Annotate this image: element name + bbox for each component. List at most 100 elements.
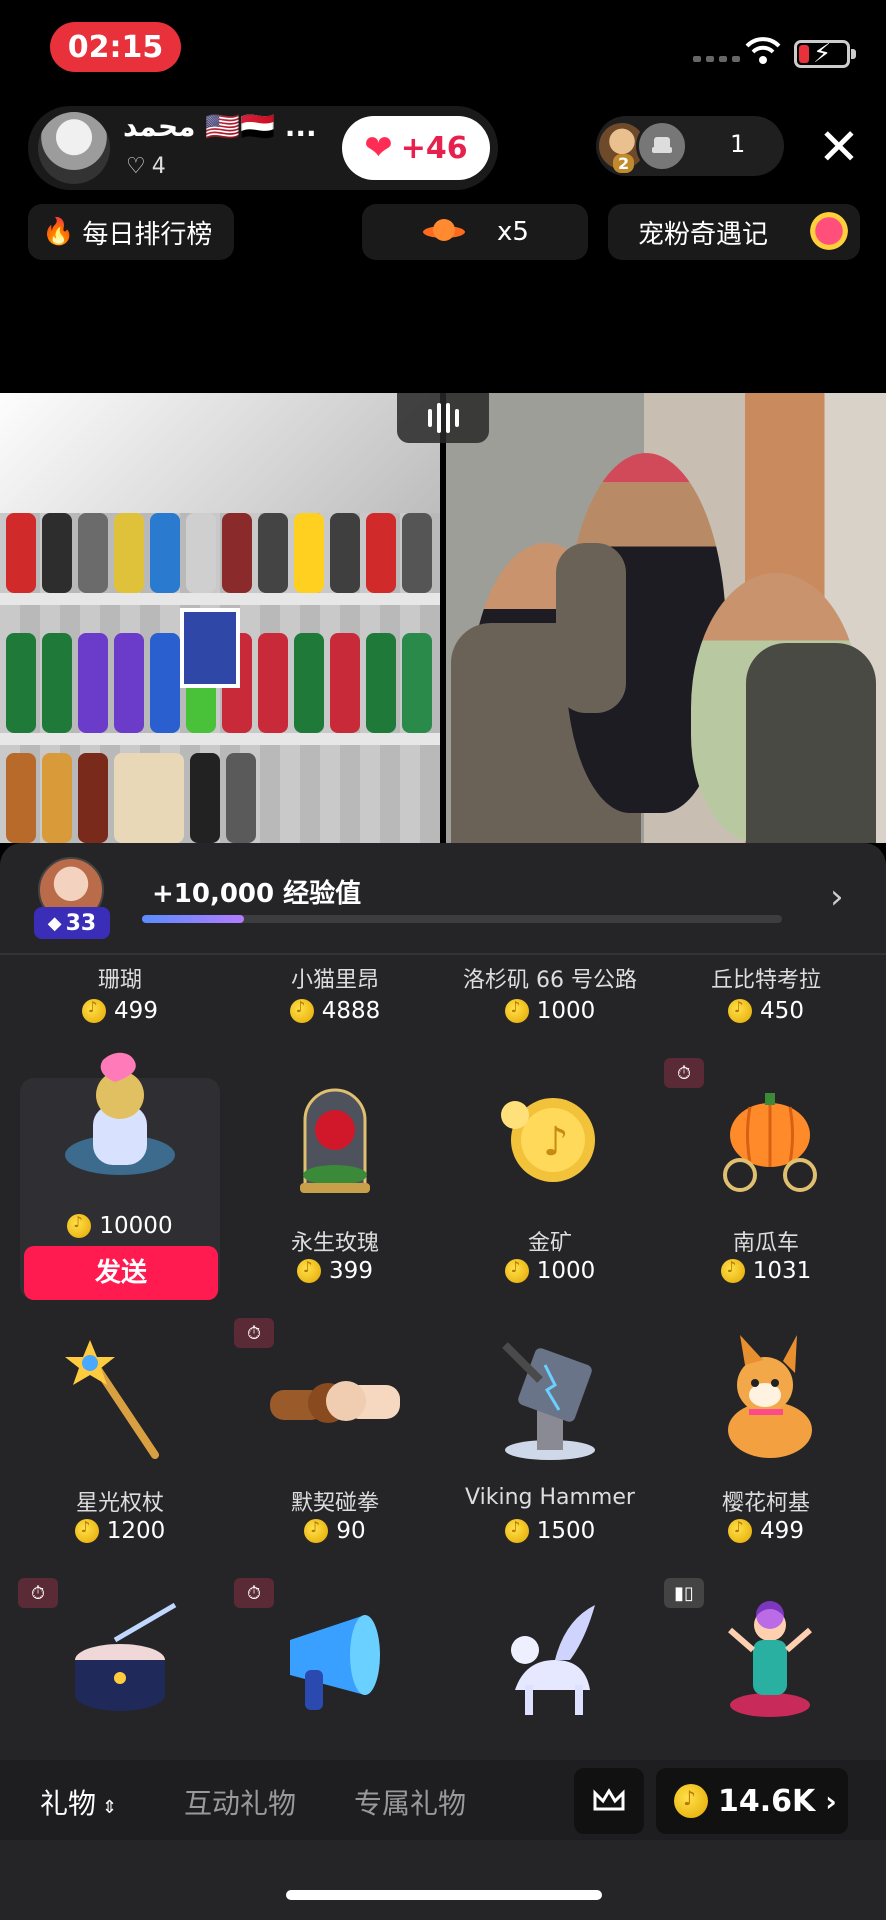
megaphone-icon[interactable]	[270, 1600, 400, 1730]
coin-icon	[297, 1258, 322, 1283]
planet-icon	[423, 219, 466, 241]
split-handle-icon[interactable]	[397, 393, 489, 443]
heart-gift-icon	[804, 208, 854, 254]
gift-price: 499	[656, 1518, 876, 1544]
coin-icon	[304, 1518, 329, 1543]
timer-icon: ⏱	[664, 1058, 704, 1088]
gift-price: 1000	[440, 1258, 660, 1284]
home-indicator[interactable]	[286, 1890, 602, 1900]
like-button[interactable]: ❤ +46	[342, 116, 490, 180]
daily-rank-chip[interactable]: 🔥 每日排行榜	[28, 204, 234, 260]
viewer-list[interactable]: 2 1	[596, 116, 784, 176]
video-left-stream[interactable]	[0, 393, 440, 843]
host-likes: ♡ 4	[126, 154, 166, 179]
tab-exclusive-gifts[interactable]: 专属礼物	[354, 1782, 466, 1822]
gift-name: Viking Hammer	[465, 1485, 635, 1510]
coin-icon	[674, 1784, 708, 1818]
divider	[0, 953, 886, 955]
fire-icon: 🔥	[42, 217, 75, 247]
fan-event-label: 宠粉奇遇记	[638, 219, 769, 250]
level-number: 33	[65, 910, 97, 936]
star-scepter-icon[interactable]	[55, 1335, 185, 1465]
gift-name: 默契碰拳	[290, 1491, 379, 1516]
daily-rank-label: 每日排行榜	[82, 219, 213, 250]
timer-icon: ⏱	[18, 1578, 58, 1608]
wifi-icon	[745, 37, 781, 64]
pegasus-icon[interactable]	[485, 1600, 615, 1730]
gift-name: 金矿	[527, 1231, 572, 1256]
gift-name: 南瓜车	[732, 1231, 799, 1256]
eternal-rose-icon[interactable]	[270, 1075, 400, 1205]
video-preview-icon: ▮▯	[664, 1578, 704, 1608]
host-likes-count: 4	[151, 154, 166, 179]
signal-icon	[693, 56, 740, 62]
timer-icon: ⏱	[234, 1318, 274, 1348]
gift-price: 499	[10, 998, 230, 1024]
coin-icon	[728, 998, 753, 1023]
close-icon[interactable]: ✕	[818, 122, 860, 172]
gift-price: 399	[225, 1258, 445, 1284]
gift-name: 永生玫瑰	[290, 1231, 379, 1256]
gift-price: 1500	[440, 1518, 660, 1544]
sort-icon: ⇕	[102, 1797, 118, 1818]
chevron-right-icon[interactable]: ›	[830, 877, 844, 917]
gift-price: 1200	[10, 1518, 230, 1544]
coin-icon	[289, 998, 314, 1023]
coin-icon	[82, 998, 107, 1023]
battery-icon: ⚡	[794, 39, 856, 69]
gift-price: 4888	[225, 998, 445, 1024]
gold-coin-icon[interactable]: ♪	[485, 1075, 615, 1205]
clown-icon[interactable]	[705, 1595, 835, 1725]
gift-name: 星光权杖	[75, 1491, 164, 1516]
video-right-stream[interactable]	[446, 393, 886, 843]
multiplier-label: x5	[497, 217, 529, 247]
host-name: محمد 🇺🇸🇾🇪 ...	[123, 110, 317, 143]
coin-icon	[504, 1518, 529, 1543]
crown-icon[interactable]	[574, 1768, 644, 1834]
gift-price: 1031	[656, 1258, 876, 1284]
pumpkin-carriage-icon[interactable]	[705, 1075, 835, 1205]
viewer-rank: 2	[613, 154, 635, 173]
gift-name: 洛杉矶 66 号公路	[463, 968, 637, 993]
coin-icon	[67, 1213, 92, 1238]
coin-balance: 14.6K	[718, 1783, 816, 1819]
gift-price: 450	[656, 998, 876, 1024]
seat-icon[interactable]	[636, 120, 688, 172]
xp-progress-bar	[142, 915, 782, 923]
svg-text:♪: ♪	[543, 1119, 569, 1165]
heart-icon: ❤	[364, 128, 393, 168]
multiplier-chip[interactable]: x5	[362, 204, 588, 260]
gift-name: 小猫里昂	[290, 968, 379, 993]
viking-hammer-icon[interactable]	[485, 1335, 615, 1465]
coin-icon	[720, 1258, 745, 1283]
gift-name: 丘比特考拉	[710, 968, 821, 993]
clock: 02:15	[50, 22, 181, 72]
gift-price: 90	[225, 1518, 445, 1544]
xp-text: +10,000 经验值	[152, 879, 362, 909]
gift-name: 珊瑚	[97, 968, 142, 993]
tab-interactive-gifts[interactable]: 互动礼物	[184, 1782, 296, 1822]
drum-icon[interactable]	[55, 1600, 185, 1730]
coin-icon	[728, 1518, 753, 1543]
timer-icon: ⏱	[234, 1578, 274, 1608]
gift-tabs: 礼物⇕ 互动礼物 专属礼物 14.6K ›	[0, 1760, 886, 1840]
heart-outline-icon: ♡	[126, 154, 146, 179]
astronaut-gift-icon	[65, 1052, 175, 1175]
live-video[interactable]	[0, 393, 886, 843]
coin-icon	[504, 1258, 529, 1283]
tab-gifts[interactable]: 礼物 ⇕	[40, 1782, 117, 1822]
level-badge: ◆ 33	[34, 907, 110, 939]
viewer-count: 1	[730, 130, 746, 158]
fan-event-chip[interactable]: 宠粉奇遇记	[608, 204, 860, 260]
diamond-icon: ◆	[47, 912, 62, 934]
host-avatar[interactable]	[38, 112, 110, 184]
gift-name: 樱花柯基	[721, 1491, 810, 1516]
coin-balance-button[interactable]: 14.6K ›	[656, 1768, 848, 1834]
gift-price: 1000	[440, 998, 660, 1024]
coin-icon	[74, 1518, 99, 1543]
corgi-icon[interactable]	[705, 1335, 835, 1465]
send-button[interactable]: 发送	[24, 1246, 218, 1300]
like-button-label: +46	[400, 130, 468, 166]
fist-bump-icon[interactable]	[270, 1335, 400, 1465]
status-bar: 02:15 ⚡	[0, 0, 886, 90]
